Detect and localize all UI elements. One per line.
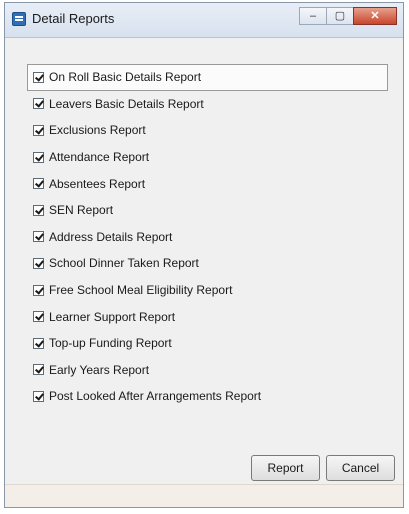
report-label: Top-up Funding Report: [49, 336, 172, 351]
report-checkbox-list: On Roll Basic Details Report Leavers Bas…: [27, 64, 388, 410]
report-label: Post Looked After Arrangements Report: [49, 389, 262, 404]
report-label: Learner Support Report: [49, 309, 176, 324]
report-checkbox-item[interactable]: SEN Report: [33, 197, 388, 224]
minimize-icon[interactable]: –: [299, 7, 327, 25]
report-label: Absentees Report: [49, 176, 146, 191]
close-icon[interactable]: ✕: [353, 7, 397, 25]
window-controls: – ▢ ✕: [299, 7, 397, 25]
report-checkbox-item[interactable]: Top-up Funding Report: [33, 330, 388, 357]
report-button[interactable]: Report: [251, 455, 320, 481]
checkbox[interactable]: [33, 98, 44, 110]
checkbox[interactable]: [33, 390, 44, 402]
report-label: Attendance Report: [49, 150, 150, 165]
report-label: Exclusions Report: [49, 123, 146, 138]
dialog-body: On Roll Basic Details Report Leavers Bas…: [5, 38, 403, 507]
checkbox[interactable]: [33, 204, 44, 216]
checkbox[interactable]: [33, 311, 44, 323]
report-checkbox-item[interactable]: Attendance Report: [33, 144, 388, 171]
checkbox[interactable]: [33, 124, 44, 136]
report-label: School Dinner Taken Report: [49, 256, 199, 271]
report-checkbox-item[interactable]: Absentees Report: [33, 170, 388, 197]
report-checkbox-item[interactable]: Exclusions Report: [33, 117, 388, 144]
report-label: Address Details Report: [49, 229, 173, 244]
report-label: SEN Report: [49, 203, 114, 218]
report-checkbox-item[interactable]: School Dinner Taken Report: [33, 250, 388, 277]
checkbox[interactable]: [33, 231, 44, 243]
checkbox[interactable]: [33, 284, 44, 296]
maximize-icon[interactable]: ▢: [326, 7, 354, 25]
report-checkbox-item[interactable]: Learner Support Report: [33, 303, 388, 330]
detail-reports-dialog: Detail Reports – ▢ ✕ On Roll Basic Detai…: [4, 2, 404, 508]
checkbox[interactable]: [33, 257, 44, 269]
report-label: On Roll Basic Details Report: [49, 70, 202, 85]
checkbox[interactable]: [33, 364, 44, 376]
report-label: Early Years Report: [49, 362, 150, 377]
status-bar: [5, 484, 403, 507]
checkbox[interactable]: [33, 71, 44, 83]
report-checkbox-item[interactable]: Free School Meal Eligibility Report: [33, 277, 388, 304]
report-checkbox-item[interactable]: Address Details Report: [33, 224, 388, 251]
report-checkbox-item[interactable]: Leavers Basic Details Report: [33, 91, 388, 118]
report-checkbox-item[interactable]: Post Looked After Arrangements Report: [33, 383, 388, 410]
checkbox[interactable]: [33, 178, 44, 190]
window-title: Detail Reports: [32, 11, 115, 26]
checkbox[interactable]: [33, 151, 44, 163]
report-checkbox-item[interactable]: On Roll Basic Details Report: [27, 64, 388, 91]
app-icon: [12, 12, 26, 26]
checkbox[interactable]: [33, 337, 44, 349]
report-checkbox-item[interactable]: Early Years Report: [33, 357, 388, 384]
report-label: Leavers Basic Details Report: [49, 96, 204, 111]
cancel-button[interactable]: Cancel: [326, 455, 395, 481]
report-label: Free School Meal Eligibility Report: [49, 283, 233, 298]
title-bar[interactable]: Detail Reports – ▢ ✕: [5, 3, 403, 38]
